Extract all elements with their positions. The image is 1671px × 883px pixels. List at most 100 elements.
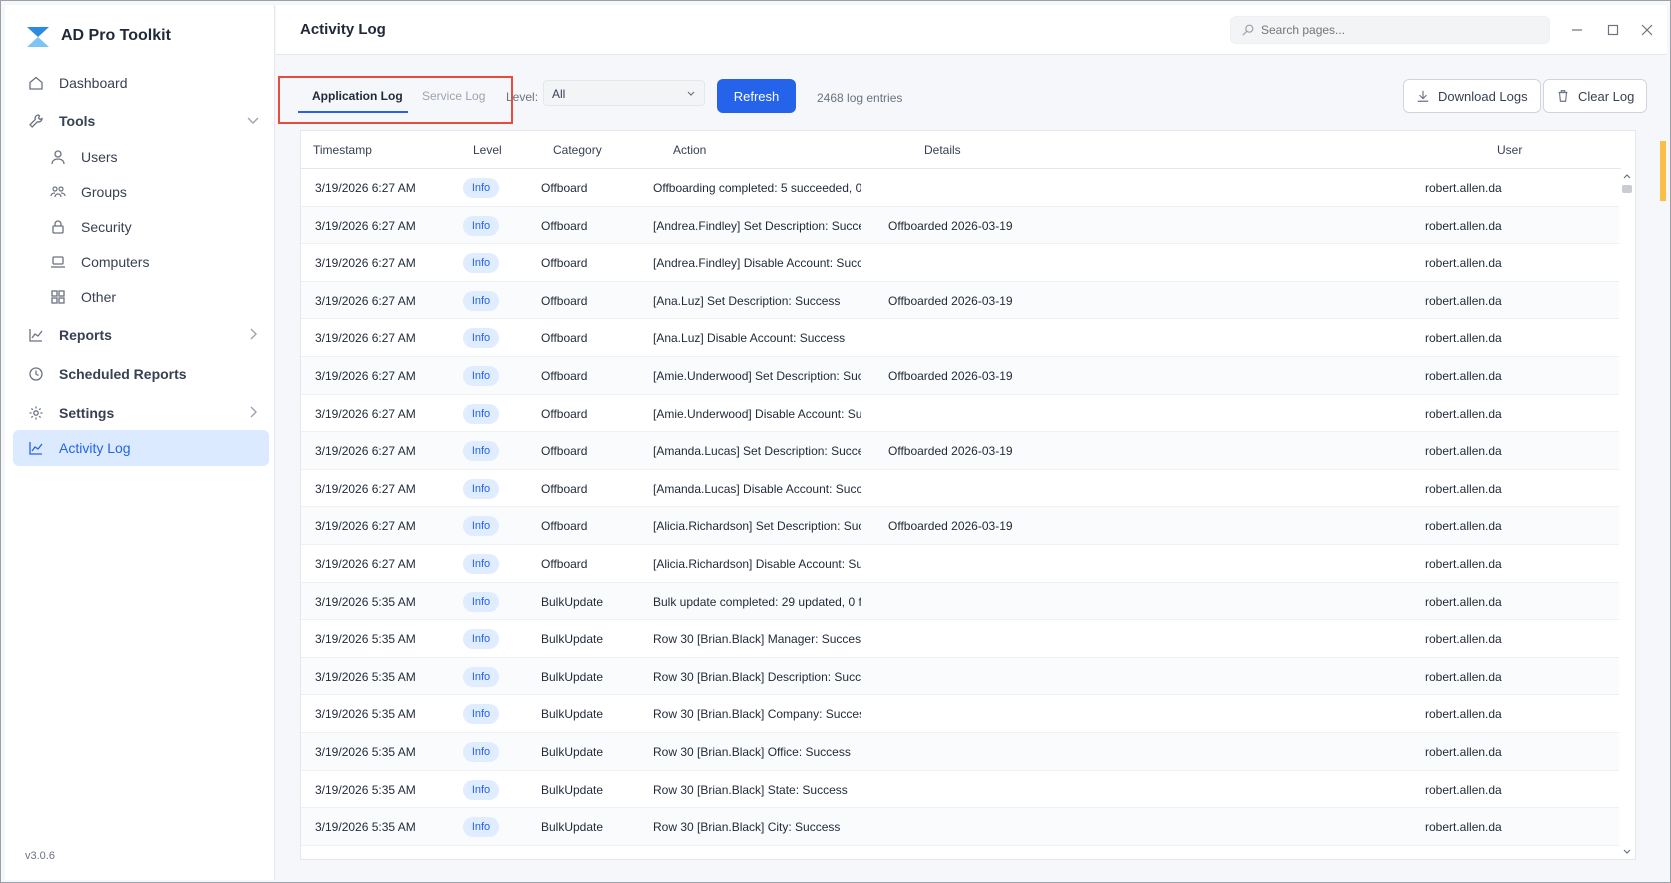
table-row[interactable]: 3/19/2026 5:35 AM BulkUpdate Row 30 [Brian…	[301, 620, 1621, 658]
table-row[interactable]: 3/19/2026 6:27 AM Offboard [Andrea.Findley…	[301, 206, 1621, 245]
cell-user: robert.allen.da	[1425, 406, 1502, 421]
sidebar-item-groups[interactable]: Groups	[13, 174, 269, 210]
cell-action: [Andrea.Findley] Set Description: Succes…	[653, 218, 861, 233]
cell-timestamp: 3/19/2026 6:27 AM	[315, 181, 416, 195]
cell-user: robert.allen.da	[1425, 820, 1502, 835]
level-badge: Info	[463, 741, 499, 762]
table-row[interactable]: 3/19/2026 5:35 AM BulkUpdate Row 30 [Brian…	[301, 657, 1621, 696]
cell-action: Offboarding completed: 5 succeeded, 0 fa	[653, 181, 861, 195]
app-version: v3.0.6	[25, 850, 55, 862]
level-select[interactable]: All	[543, 80, 705, 106]
table-header: Timestamp Level Category Action Details …	[301, 131, 1621, 169]
table-row[interactable]: 3/19/2026 5:35 AM BulkUpdate Row 30 [Brian…	[301, 808, 1621, 846]
table-body: 3/19/2026 6:27 AM Offboard Offboarding com…	[301, 169, 1621, 846]
column-header-category[interactable]: Category	[553, 143, 602, 157]
cell-action: Row 30 [Brian.Black] City: Success	[653, 820, 841, 835]
sidebar-item-label: Activity Log	[59, 440, 131, 456]
cell-category: BulkUpdate	[541, 632, 604, 647]
cell-category: Offboard	[541, 444, 588, 459]
cell-timestamp: 3/19/2026 5:35 AM	[315, 632, 416, 647]
maximize-icon[interactable]	[1602, 19, 1624, 41]
table-scrollbar[interactable]	[1619, 169, 1635, 859]
sidebar-item-label: Reports	[59, 327, 112, 343]
minimize-icon[interactable]	[1566, 19, 1588, 41]
table-row[interactable]: 3/19/2026 6:27 AM Offboard [Ana.Luz] Disab…	[301, 319, 1621, 357]
sidebar-item-reports[interactable]: Reports	[13, 317, 269, 353]
table-row[interactable]: 3/19/2026 5:35 AM BulkUpdate Bulk update c…	[301, 582, 1621, 621]
active-tab-indicator	[298, 111, 408, 113]
cell-action: [Andrea.Findley] Disable Account: Succes…	[653, 256, 861, 271]
cell-timestamp: 3/19/2026 6:27 AM	[315, 368, 416, 383]
cell-action: [Ana.Luz] Disable Account: Success	[653, 331, 846, 346]
group-icon	[49, 183, 67, 201]
cell-timestamp: 3/19/2026 5:35 AM	[315, 669, 416, 684]
cell-timestamp: 3/19/2026 6:27 AM	[315, 481, 416, 496]
level-badge: Info	[463, 817, 499, 838]
level-badge: Info	[463, 403, 499, 424]
cell-category: Offboard	[541, 368, 588, 383]
refresh-button[interactable]: Refresh	[717, 79, 796, 113]
table-row[interactable]: 3/19/2026 6:27 AM Offboard [Amie.Underwood…	[301, 395, 1621, 433]
cell-user: robert.allen.da	[1425, 744, 1502, 759]
table-row[interactable]: 3/19/2026 6:27 AM Offboard [Alicia.Richard…	[301, 507, 1621, 545]
cell-category: Offboard	[541, 293, 588, 308]
cell-action: Row 30 [Brian.Black] Office: Success	[653, 744, 851, 759]
sidebar-item-security[interactable]: Security	[13, 209, 269, 245]
sidebar-item-settings[interactable]: Settings	[13, 395, 269, 431]
cell-user: robert.allen.da	[1425, 556, 1502, 571]
cell-timestamp: 3/19/2026 6:27 AM	[315, 556, 416, 571]
cell-user: robert.allen.da	[1425, 669, 1502, 684]
clear-log-label: Clear Log	[1578, 88, 1635, 104]
table-row[interactable]: 3/19/2026 6:27 AM Offboard [Amie.Underwood…	[301, 356, 1621, 395]
search-box[interactable]	[1230, 16, 1550, 44]
close-icon[interactable]	[1636, 19, 1658, 41]
scroll-down-icon[interactable]	[1622, 847, 1632, 857]
table-row[interactable]: 3/19/2026 5:35 AM BulkUpdate Row 30 [Brian…	[301, 732, 1621, 771]
column-header-details[interactable]: Details	[924, 143, 961, 157]
cell-category: BulkUpdate	[541, 707, 604, 722]
level-badge: Info	[463, 441, 499, 462]
sidebar-item-activity-log[interactable]: Activity Log	[13, 430, 269, 466]
scroll-up-icon[interactable]	[1622, 171, 1632, 181]
column-header-user[interactable]: User	[1497, 143, 1522, 157]
sidebar-item-users[interactable]: Users	[13, 139, 269, 175]
sidebar-item-other[interactable]: Other	[13, 279, 269, 315]
search-icon	[1242, 24, 1254, 36]
column-header-timestamp[interactable]: Timestamp	[313, 143, 372, 157]
tab-application-log[interactable]: Application Log	[312, 89, 403, 103]
table-row[interactable]: 3/19/2026 6:27 AM Offboard [Amanda.Lucas] …	[301, 432, 1621, 470]
level-badge: Info	[463, 629, 499, 650]
table-row[interactable]: 3/19/2026 6:27 AM Offboard [Ana.Luz] Set D…	[301, 281, 1621, 320]
column-header-action[interactable]: Action	[673, 143, 706, 157]
app-title: AD Pro Toolkit	[61, 27, 171, 44]
download-logs-button[interactable]: Download Logs	[1403, 79, 1541, 113]
search-input[interactable]	[1261, 23, 1541, 37]
table-row[interactable]: 3/19/2026 6:27 AM Offboard Offboarding com…	[301, 169, 1621, 207]
tab-service-log[interactable]: Service Log	[422, 89, 485, 103]
cell-user: robert.allen.da	[1425, 481, 1502, 496]
scrollbar-thumb[interactable]	[1622, 185, 1632, 193]
clear-log-button[interactable]: Clear Log	[1543, 79, 1648, 113]
sidebar: AD Pro Toolkit Dashboard Tools Users Gro…	[5, 5, 275, 880]
table-row[interactable]: 3/19/2026 5:35 AM BulkUpdate Row 30 [Brian…	[301, 771, 1621, 809]
table-row[interactable]: 3/19/2026 5:35 AM BulkUpdate Row 30 [Brian…	[301, 695, 1621, 733]
table-row[interactable]: 3/19/2026 6:27 AM Offboard [Alicia.Richard…	[301, 545, 1621, 583]
level-badge: Info	[463, 365, 499, 386]
cell-category: Offboard	[541, 406, 588, 421]
column-header-level[interactable]: Level	[473, 143, 502, 157]
table-row[interactable]: 3/19/2026 6:27 AM Offboard [Andrea.Findley…	[301, 244, 1621, 282]
cell-timestamp: 3/19/2026 5:35 AM	[315, 707, 416, 722]
sidebar-item-label: Dashboard	[59, 75, 128, 91]
cell-user: robert.allen.da	[1425, 293, 1502, 308]
sidebar-item-label: Scheduled Reports	[59, 366, 187, 382]
sidebar-item-tools[interactable]: Tools	[13, 103, 269, 139]
level-badge: Info	[463, 178, 499, 198]
sidebar-item-scheduled-reports[interactable]: Scheduled Reports	[13, 356, 269, 392]
table-row[interactable]: 3/19/2026 6:27 AM Offboard [Amanda.Lucas] …	[301, 470, 1621, 508]
log-entry-count: 2468 log entries	[817, 91, 903, 105]
chart-icon	[27, 326, 45, 344]
cell-details: Offboarded 2026-03-19	[888, 218, 1013, 233]
cell-timestamp: 3/19/2026 6:27 AM	[315, 406, 416, 421]
sidebar-item-computers[interactable]: Computers	[13, 244, 269, 280]
sidebar-item-dashboard[interactable]: Dashboard	[13, 65, 269, 101]
